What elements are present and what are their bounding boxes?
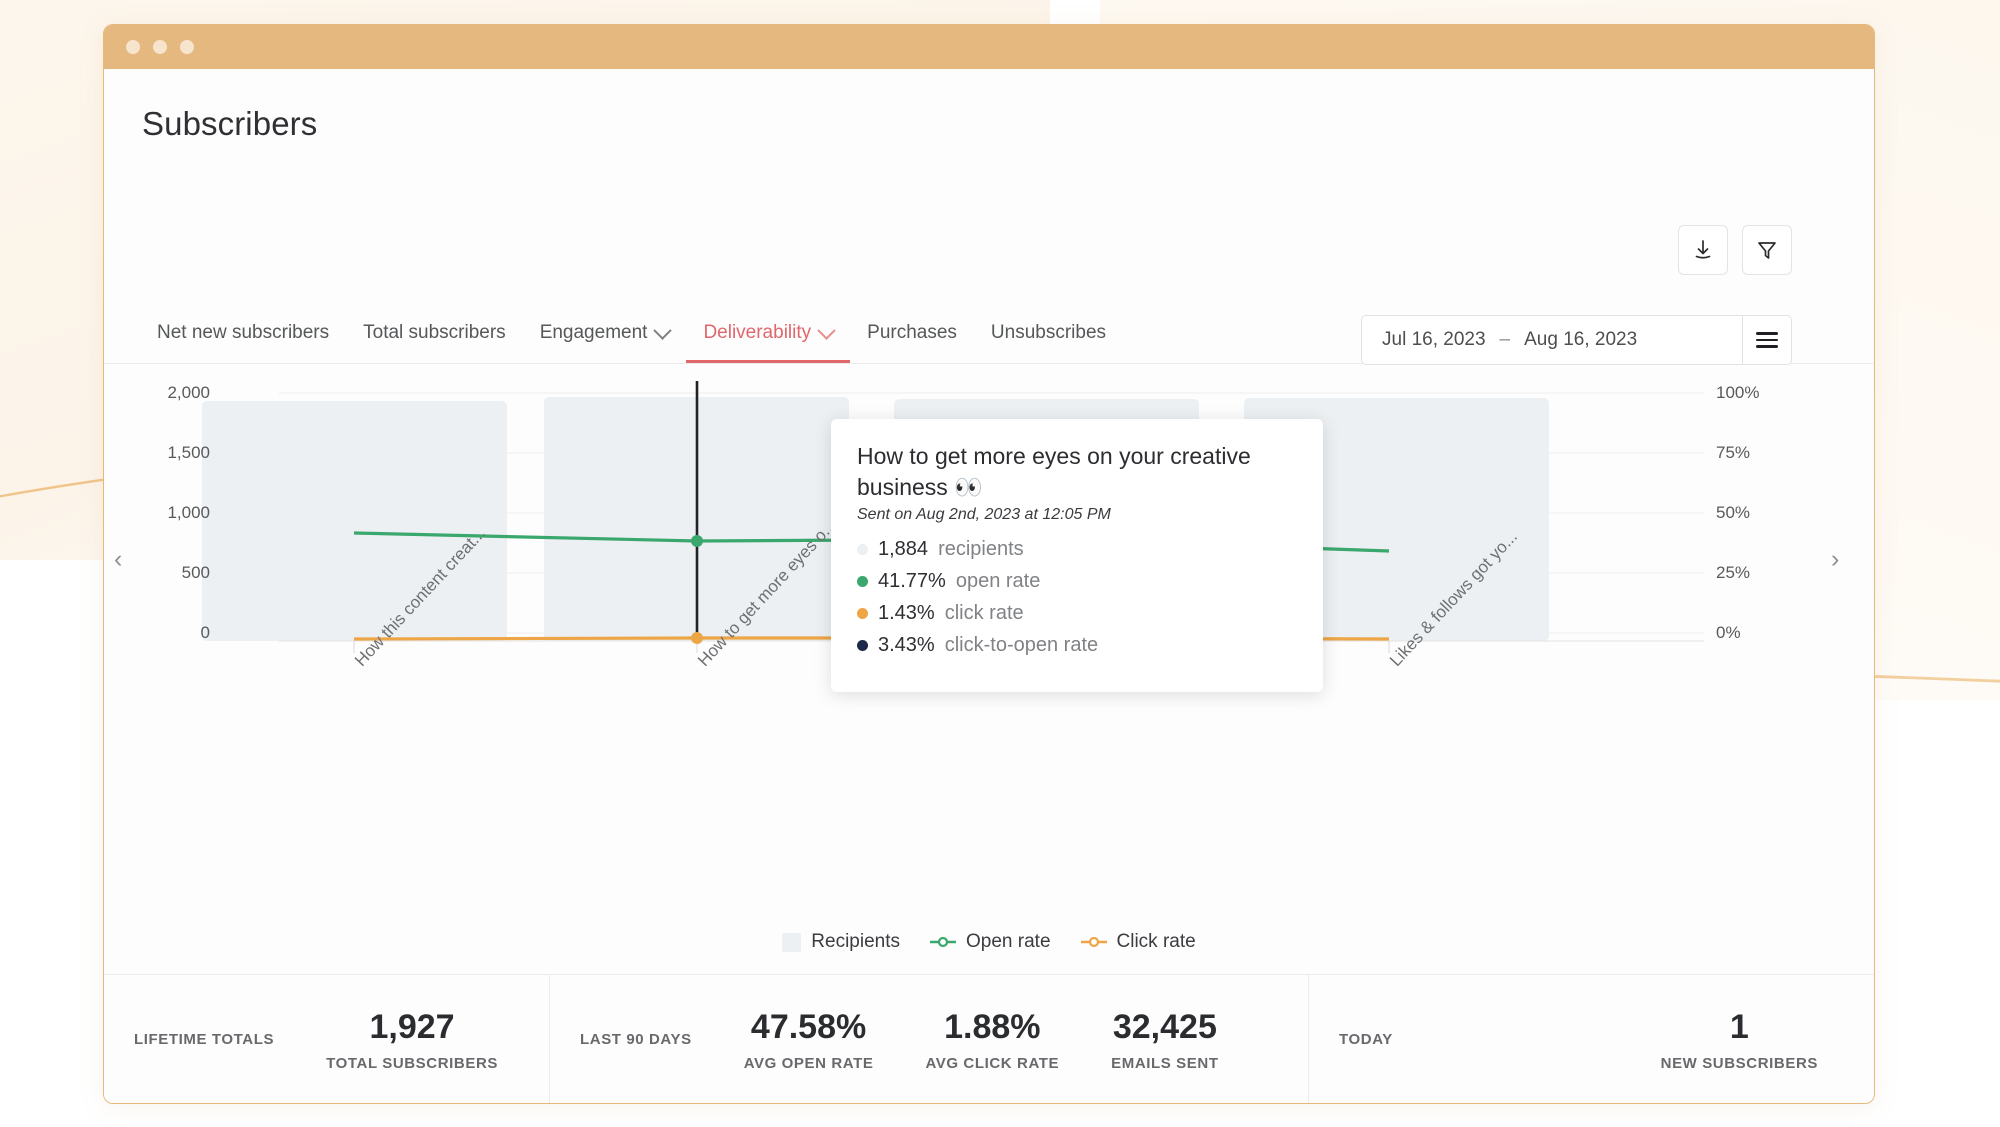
click-rate-hover-point	[691, 632, 703, 644]
legend-label: Recipients	[811, 931, 901, 952]
tooltip-subtitle: Sent on Aug 2nd, 2023 at 12:05 PM	[857, 506, 1111, 524]
window-close-button[interactable]	[126, 40, 140, 54]
filter-icon	[1758, 242, 1776, 259]
header-actions	[1678, 225, 1792, 275]
filter-button[interactable]	[1742, 225, 1792, 275]
y-axis-right-tick: 25%	[1716, 563, 1751, 582]
tab-label: Unsubscribes	[990, 322, 1107, 343]
legend-item-open-rate[interactable]: Open rate	[930, 931, 1051, 953]
y-axis-left-tick: 500	[181, 563, 210, 582]
y-axis-right-tick: 100%	[1716, 383, 1760, 402]
stat-label: Avg click rate	[925, 1054, 1060, 1072]
tab-unsubscribes[interactable]: Unsubscribes	[974, 322, 1123, 363]
chevron-down-icon	[817, 320, 836, 340]
tab-total-subscribers[interactable]: Total subscribers	[346, 322, 523, 363]
tooltip-value: 1.43%	[878, 602, 935, 625]
date-range-start: Jul 16, 2023	[1382, 329, 1486, 350]
chart-tooltip: How to get more eyes on your creative bu…	[831, 419, 1323, 693]
recipients-swatch-icon	[782, 932, 802, 952]
tooltip-label: recipients	[938, 538, 1024, 561]
y-axis-right-tick: 0%	[1716, 623, 1741, 642]
y-axis-right-tick: 50%	[1716, 503, 1751, 522]
y-axis-left-tick: 2,000	[167, 383, 210, 402]
stat-value: 32,425	[1112, 1008, 1217, 1047]
chart-legend: Recipients Open rate Click rate	[104, 931, 1874, 953]
legend-item-click-rate[interactable]: Click rate	[1080, 931, 1196, 953]
open-rate-hover-point	[691, 535, 703, 547]
tab-label: Deliverability	[703, 322, 812, 343]
stat-emails-sent: 32,425 Emails sent	[1085, 1006, 1244, 1072]
tab-list: Net new subscribers Total subscribers En…	[140, 320, 1123, 363]
browser-window: Subscribers Net new subscribers Total su…	[103, 24, 1875, 1104]
tooltip-label: open rate	[955, 570, 1041, 593]
stat-avg-click-rate: 1.88% Avg click rate	[899, 1006, 1085, 1072]
stat-avg-open-rate: 47.58% Avg open rate	[718, 1006, 900, 1072]
chart-prev-arrow[interactable]: ‹	[114, 547, 122, 572]
tab-engagement[interactable]: Engagement	[523, 320, 687, 363]
stat-total-subscribers: 1,927 Total subscribers	[300, 1006, 524, 1072]
app-content: Subscribers Net new subscribers Total su…	[104, 69, 1874, 1103]
y-axis-left-tick: 1,000	[167, 503, 210, 522]
stat-value: 1.88%	[944, 1008, 1041, 1047]
stat-value: 1	[1729, 1008, 1749, 1047]
chevron-down-icon	[653, 320, 673, 340]
stat-group-lifetime-totals: Lifetime totals 1,927 Total subscribers	[104, 975, 550, 1103]
tab-label: Engagement	[539, 322, 648, 343]
window-maximize-button[interactable]	[180, 40, 194, 54]
tab-label: Total subscribers	[363, 322, 506, 343]
date-range-picker[interactable]: Jul 16, 2023 – Aug 16, 2023	[1361, 315, 1792, 365]
tooltip-row-click-to-open-rate: 3.43% click-to-open rate	[857, 634, 1297, 657]
stat-value: 47.58%	[750, 1008, 867, 1047]
stat-new-subscribers: 1 New subscribers	[1635, 1006, 1844, 1072]
y-axis-left-tick: 1,500	[167, 443, 210, 462]
page-title: Subscribers	[142, 105, 318, 142]
tooltip-title: How to get more eyes on your creative bu…	[857, 443, 1251, 500]
tab-purchases[interactable]: Purchases	[850, 322, 974, 363]
legend-item-recipients[interactable]: Recipients	[782, 931, 900, 953]
tooltip-value: 3.43%	[878, 634, 935, 657]
stat-value: 1,927	[369, 1008, 455, 1047]
tooltip-row-click-rate: 1.43% click rate	[857, 602, 1297, 625]
stat-label: Emails sent	[1111, 1054, 1219, 1072]
chart-next-arrow[interactable]: ›	[1831, 547, 1839, 572]
tooltip-label: click-to-open rate	[944, 634, 1099, 657]
open-rate-line-icon	[930, 936, 957, 948]
legend-label: Open rate	[966, 931, 1051, 952]
tooltip-label: click rate	[944, 602, 1024, 625]
tab-net-new-subscribers[interactable]: Net new subscribers	[140, 322, 346, 363]
tooltip-row-recipients: 1,884 recipients	[857, 538, 1297, 561]
stat-group-today: Today 1 New subscribers	[1309, 975, 1874, 1103]
tooltip-row-open-rate: 41.77% open rate	[857, 570, 1297, 593]
window-minimize-button[interactable]	[153, 40, 167, 54]
click-rate-line-icon	[1080, 936, 1107, 948]
stat-label: Total subscribers	[326, 1054, 498, 1072]
hamburger-icon	[1756, 328, 1778, 352]
stat-label: Avg open rate	[743, 1054, 874, 1072]
date-range-menu-button[interactable]	[1742, 316, 1791, 364]
download-button[interactable]	[1678, 225, 1728, 275]
date-range-value[interactable]: Jul 16, 2023 – Aug 16, 2023	[1362, 316, 1742, 364]
date-range-separator: –	[1499, 329, 1511, 350]
y-axis-right-tick: 75%	[1716, 443, 1751, 462]
stat-label: New subscribers	[1660, 1054, 1818, 1072]
summary-stats-bar: Lifetime totals 1,927 Total subscribers …	[104, 974, 1874, 1103]
stat-group-label: Last 90 days	[580, 1030, 692, 1048]
window-titlebar	[104, 25, 1874, 69]
date-range-end: Aug 16, 2023	[1524, 329, 1638, 350]
download-icon	[1695, 240, 1711, 259]
tab-deliverability[interactable]: Deliverability	[686, 320, 851, 363]
tab-label: Purchases	[867, 322, 957, 343]
stat-group-label: Lifetime totals	[134, 1030, 275, 1048]
click-rate-color-dot	[857, 608, 868, 620]
tooltip-value: 1,884	[878, 538, 929, 561]
tab-label: Net new subscribers	[157, 322, 330, 343]
click-to-open-rate-color-dot	[857, 640, 868, 652]
stat-group-label: Today	[1339, 1030, 1393, 1048]
open-rate-color-dot	[857, 576, 868, 588]
recipients-color-dot	[857, 544, 868, 556]
stat-group-last-90-days: Last 90 days 47.58% Avg open rate 1.88% …	[550, 975, 1309, 1103]
legend-label: Click rate	[1116, 931, 1196, 952]
y-axis-left-tick: 0	[200, 623, 210, 642]
tooltip-value: 41.77%	[878, 570, 946, 593]
